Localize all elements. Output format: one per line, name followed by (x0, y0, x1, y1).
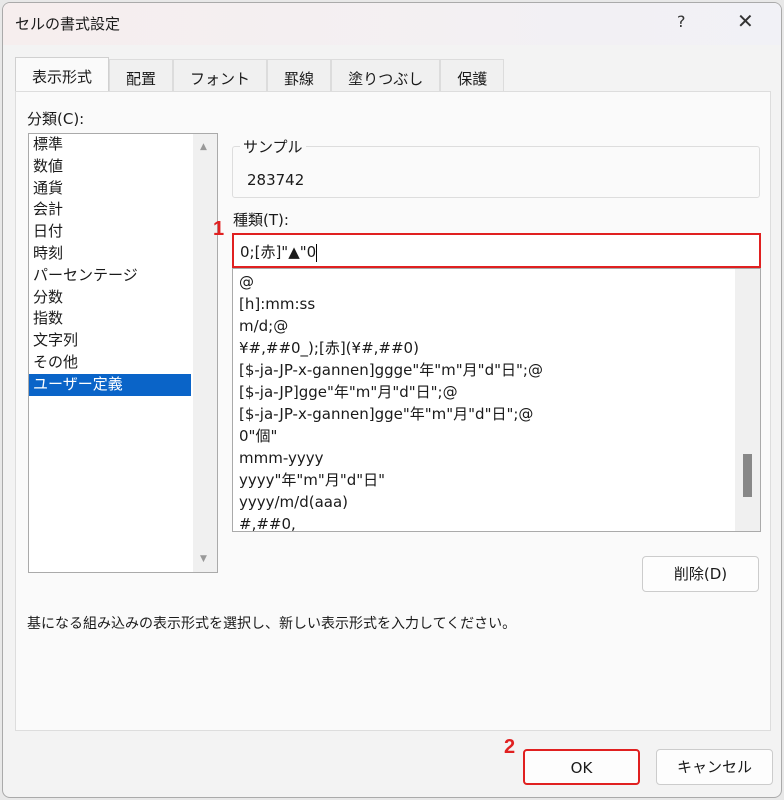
format-item[interactable]: [h]:mm:ss (233, 293, 760, 315)
category-item[interactable]: その他 (29, 352, 217, 374)
type-label: 種類(T): (233, 211, 289, 229)
format-item[interactable]: @ (233, 271, 760, 293)
cancel-button[interactable]: キャンセル (656, 749, 773, 785)
format-item[interactable]: ¥#,##0_);[赤](¥#,##0) (233, 337, 760, 359)
category-item[interactable]: 日付 (29, 221, 217, 243)
sample-value: 283742 (247, 171, 305, 189)
tab-protection[interactable]: 保護 (440, 59, 505, 92)
scroll-down-icon[interactable]: ▼ (200, 554, 207, 564)
title-bar: セルの書式設定 ? ✕ (3, 3, 781, 45)
category-item[interactable]: 指数 (29, 308, 217, 330)
format-item[interactable]: mmm-yyyy (233, 447, 760, 469)
category-item[interactable]: 会計 (29, 199, 217, 221)
tab-bar: 表示形式 配置 フォント 罫線 塗りつぶし 保護 (15, 57, 505, 93)
tab-alignment[interactable]: 配置 (109, 59, 174, 92)
tab-fill[interactable]: 塗りつぶし (331, 59, 441, 92)
text-caret (316, 243, 318, 262)
category-item[interactable]: 分数 (29, 287, 217, 309)
description-text: 基になる組み込みの表示形式を選択し、新しい表示形式を入力してください。 (27, 616, 517, 632)
format-item[interactable]: 0"個" (233, 425, 760, 447)
format-item[interactable]: [$-ja-JP]gge"年"m"月"d"日";@ (233, 381, 760, 403)
step-marker-2: 2 (504, 736, 516, 758)
category-item[interactable]: 標準 (29, 134, 217, 156)
tab-font[interactable]: フォント (173, 59, 268, 92)
help-button[interactable]: ? (677, 12, 686, 31)
format-scrollbar[interactable] (735, 269, 760, 531)
category-item[interactable]: 時刻 (29, 243, 217, 265)
format-item[interactable]: yyyy/m/d(aaa) (233, 491, 760, 513)
category-list[interactable]: 標準 数値 通貨 会計 日付 時刻 パーセンテージ 分数 指数 文字列 その他 ユーザー定義 ▲ ▼ (28, 133, 218, 573)
format-cells-dialog: セルの書式設定 ? ✕ 表示形式 配置 フォント 罫線 塗りつぶし 保護 分類(… (2, 2, 782, 798)
category-label: 分類(C): (27, 110, 85, 128)
format-item[interactable]: [$-ja-JP-x-gannen]gge"年"m"月"d"日";@ (233, 403, 760, 425)
close-button[interactable]: ✕ (737, 9, 754, 33)
category-item[interactable]: パーセンテージ (29, 265, 217, 287)
format-item[interactable]: yyyy"年"m"月"d"日" (233, 469, 760, 491)
scrollbar-thumb[interactable] (743, 454, 752, 497)
dialog-title: セルの書式設定 (15, 15, 121, 33)
category-item[interactable]: 数値 (29, 156, 217, 178)
step-marker-1: 1 (213, 218, 225, 240)
ok-button[interactable]: OK (523, 749, 640, 785)
format-item[interactable]: m/d;@ (233, 315, 760, 337)
delete-button[interactable]: 削除(D) (642, 556, 759, 592)
category-item[interactable]: 文字列 (29, 330, 217, 352)
scroll-up-icon[interactable]: ▲ (200, 142, 207, 152)
tab-border[interactable]: 罫線 (267, 59, 332, 92)
type-input-value: 0;[赤]"▲"0 (240, 243, 317, 261)
category-item[interactable]: 通貨 (29, 178, 217, 200)
format-item[interactable]: [$-ja-JP-x-gannen]ggge"年"m"月"d"日";@ (233, 359, 760, 381)
type-input[interactable]: 0;[赤]"▲"0 (232, 233, 761, 268)
format-item[interactable]: #,##0, (233, 513, 760, 531)
category-scrollbar[interactable]: ▲ ▼ (193, 134, 217, 572)
sample-group (232, 146, 760, 198)
category-item[interactable]: ユーザー定義 (29, 373, 191, 396)
tab-number[interactable]: 表示形式 (15, 57, 110, 93)
format-list[interactable]: @ [h]:mm:ss m/d;@ ¥#,##0_);[赤](¥#,##0) [$-ja… (232, 268, 761, 532)
sample-label: サンプル (240, 136, 306, 157)
